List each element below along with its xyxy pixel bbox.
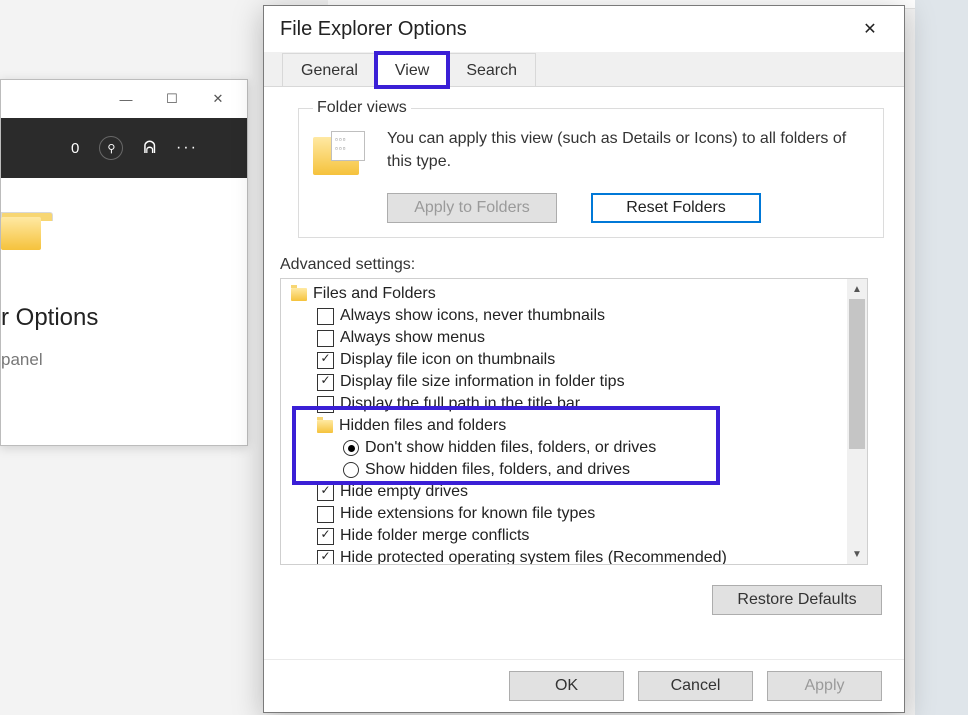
restore-defaults-button[interactable]: Restore Defaults (712, 585, 882, 615)
opt-hide-empty: Hide empty drives (340, 481, 468, 503)
opt-always-icons: Always show icons, never thumbnails (340, 305, 605, 327)
folder-views-group: Folder views ▫▫▫▫▫▫ You can apply this v… (298, 99, 884, 238)
checkbox-hide-ext[interactable] (317, 506, 334, 523)
checkbox-always-menus[interactable] (317, 330, 334, 347)
count-zero: 0 (71, 140, 79, 157)
scroll-up-icon[interactable]: ▲ (847, 279, 867, 299)
apply-to-folders-button[interactable]: Apply to Folders (387, 193, 557, 223)
tab-strip: General View Search (264, 52, 904, 87)
maximize-icon: ☐ (149, 84, 195, 114)
folder-icon (317, 420, 333, 433)
file-explorer-options-dialog: File Explorer Options ✕ General View Sea… (263, 5, 905, 713)
opt-hide-protected: Hide protected operating system files (R… (340, 547, 727, 565)
scrollbar[interactable]: ▲ ▼ (847, 279, 867, 564)
checkbox-hide-protected[interactable] (317, 550, 334, 566)
tab-view[interactable]: View (376, 53, 448, 87)
radio-show-hidden[interactable] (343, 462, 359, 478)
person-icon: ᕱ (143, 138, 156, 158)
opt-hide-ext: Hide extensions for known file types (340, 503, 595, 525)
opt-size-tips: Display file size information in folder … (340, 371, 625, 393)
tab-general[interactable]: General (282, 53, 377, 86)
folder-views-icon: ▫▫▫▫▫▫ (313, 131, 369, 181)
minimize-icon: — (103, 84, 149, 114)
ok-button[interactable]: OK (509, 671, 624, 701)
apply-button[interactable]: Apply (767, 671, 882, 701)
opt-full-path: Display the full path in the title bar (340, 393, 580, 415)
advanced-settings-label: Advanced settings: (280, 256, 884, 274)
pin-icon: ⚲ (99, 136, 123, 160)
checkbox-hide-empty[interactable] (317, 484, 334, 501)
checkbox-always-icons[interactable] (317, 308, 334, 325)
reset-folders-button[interactable]: Reset Folders (591, 193, 761, 223)
opt-show-hidden: Show hidden files, folders, and drives (365, 459, 630, 481)
radio-dont-show-hidden[interactable] (343, 440, 359, 456)
folder-icon (1, 212, 49, 252)
opt-hide-merge: Hide folder merge conflicts (340, 525, 529, 547)
group-files-folders: Files and Folders (313, 283, 436, 305)
folder-icon (291, 288, 307, 301)
checkbox-thumb-icon[interactable] (317, 352, 334, 369)
opt-dont-show-hidden: Don't show hidden files, folders, or dri… (365, 437, 656, 459)
checkbox-hide-merge[interactable] (317, 528, 334, 545)
scroll-thumb[interactable] (849, 299, 865, 449)
cancel-button[interactable]: Cancel (638, 671, 753, 701)
folder-views-legend: Folder views (313, 99, 411, 117)
bg-options-label: r Options (1, 304, 247, 332)
scroll-down-icon[interactable]: ▼ (847, 544, 867, 564)
folder-views-desc: You can apply this view (such as Details… (387, 127, 869, 173)
close-button[interactable]: ✕ (850, 14, 890, 44)
checkbox-full-path[interactable] (317, 396, 334, 413)
opt-always-menus: Always show menus (340, 327, 485, 349)
checkbox-size-tips[interactable] (317, 374, 334, 391)
group-hidden: Hidden files and folders (339, 415, 506, 437)
advanced-settings-list[interactable]: Files and Folders Always show icons, nev… (280, 278, 868, 565)
opt-thumb-icon: Display file icon on thumbnails (340, 349, 555, 371)
close-icon: ✕ (195, 84, 241, 114)
bg-panel-label: panel (1, 350, 247, 370)
more-icon: ··· (176, 139, 198, 157)
tab-search[interactable]: Search (447, 53, 536, 86)
dialog-title: File Explorer Options (280, 18, 467, 41)
background-window: — ☐ ✕ 0 ⚲ ᕱ ··· r Options panel (0, 79, 248, 446)
